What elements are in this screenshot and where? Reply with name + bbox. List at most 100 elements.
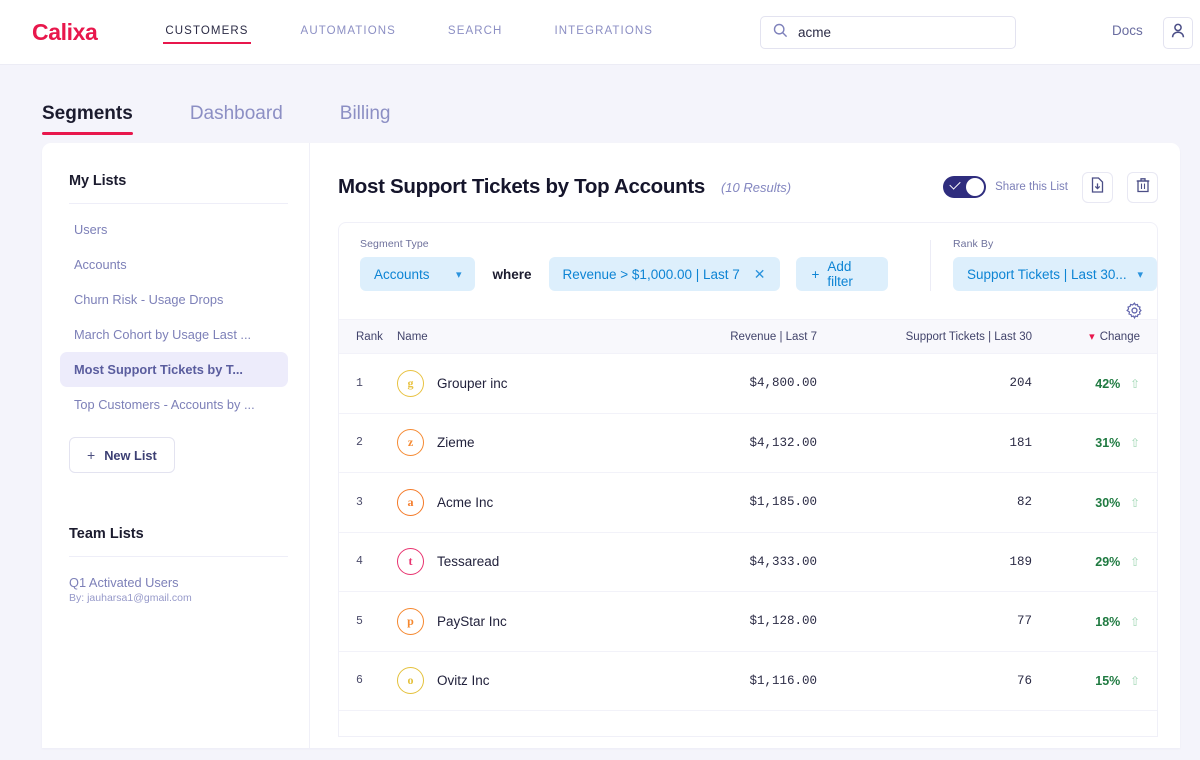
filter-chip-label: Revenue > $1,000.00 | Last 7 [562, 266, 740, 282]
cell-name: o Ovitz Inc [397, 651, 647, 711]
share-toggle[interactable] [943, 176, 987, 198]
segment-panel: Segment Type Accounts ▾ where Revenue > … [338, 222, 1158, 737]
account-name[interactable]: Grouper inc [437, 376, 508, 391]
column-header-rank[interactable]: Rank [339, 319, 397, 354]
cell-rank: 1 [339, 353, 397, 414]
avatar: p [397, 607, 424, 635]
cell-tickets: 181 [817, 413, 1032, 473]
cell-rank: 5 [339, 591, 397, 652]
tab-segments[interactable]: Segments [42, 103, 133, 135]
cell-change: 42% ⇧ [1032, 353, 1157, 414]
change-value: 30% [1095, 495, 1121, 510]
cell-name: z Zieme [397, 413, 647, 473]
content-card: My Lists Users Accounts Churn Risk - Usa… [42, 143, 1180, 748]
table-row[interactable]: 3 a Acme Inc $1,185.00 82 30% ⇧ [339, 472, 1157, 533]
account-name[interactable]: Acme Inc [437, 495, 493, 510]
cell-rank: 4 [339, 532, 397, 592]
search-input[interactable] [798, 25, 998, 40]
tab-dashboard[interactable]: Dashboard [190, 103, 283, 135]
table-header: Rank Name Revenue | Last 7 Support Ticke… [339, 319, 1157, 354]
search-box[interactable] [760, 16, 1016, 49]
column-header-tickets[interactable]: Support Tickets | Last 30 [817, 319, 1032, 354]
filter-controls: Accounts ▾ where Revenue > $1,000.00 | L… [360, 257, 889, 291]
account-name[interactable]: Zieme [437, 435, 475, 450]
cell-revenue: $4,132.00 [647, 413, 817, 473]
export-button[interactable] [1082, 171, 1113, 203]
column-header-change-label: Change [1099, 331, 1140, 343]
change-value: 42% [1095, 376, 1121, 391]
avatar: a [397, 488, 424, 516]
cell-change: 29% ⇧ [1032, 532, 1157, 592]
sidebar-item-top-customers[interactable]: Top Customers - Accounts by ... [60, 387, 288, 422]
filter-chip-revenue[interactable]: Revenue > $1,000.00 | Last 7 ✕ [548, 257, 780, 291]
sidebar-item-users[interactable]: Users [60, 212, 288, 247]
avatar: z [397, 429, 424, 457]
change-value: 29% [1095, 555, 1121, 570]
cell-change: 15% ⇧ [1032, 651, 1157, 711]
segment-type-value: Accounts [374, 266, 430, 282]
panel-toolbar [339, 291, 1157, 320]
chevron-down-icon: ▾ [455, 268, 462, 281]
nav-item-customers[interactable]: CUSTOMERS [163, 21, 251, 44]
cell-rank: 2 [339, 413, 397, 473]
gear-icon[interactable] [1126, 302, 1143, 320]
cell-name: a Acme Inc [397, 472, 647, 533]
cell-tickets: 82 [817, 472, 1032, 533]
table-row[interactable]: 5 p PayStar Inc $1,128.00 77 18% ⇧ [339, 591, 1157, 652]
cell-revenue: $1,128.00 [647, 591, 817, 652]
sidebar-item-most-support-tickets[interactable]: Most Support Tickets by T... [60, 352, 288, 387]
cell-change: 30% ⇧ [1032, 472, 1157, 533]
cell-rank: 3 [339, 472, 397, 533]
table-row[interactable]: 6 o Ovitz Inc $1,116.00 76 15% ⇧ [339, 651, 1157, 711]
rank-by-select[interactable]: Support Tickets | Last 30... ▾ [953, 257, 1157, 291]
table-row[interactable]: 1 g Grouper inc $4,800.00 204 42% ⇧ [339, 353, 1157, 414]
column-header-change[interactable]: ▾ Change [1032, 319, 1157, 354]
close-icon[interactable]: ✕ [754, 267, 766, 281]
cell-tickets: 204 [817, 353, 1032, 414]
tab-billing[interactable]: Billing [340, 103, 391, 135]
nav-item-automations[interactable]: AUTOMATIONS [301, 21, 396, 44]
brand-logo[interactable]: Calixa [32, 19, 98, 46]
segment-type-group: Segment Type Accounts ▾ where Revenue > … [339, 238, 889, 291]
table-row[interactable]: 4 t Tessaread $4,333.00 189 29% ⇧ [339, 532, 1157, 592]
trend-up-icon: ⇧ [1129, 555, 1140, 570]
caret-down-icon: ▾ [1089, 331, 1095, 343]
sidebar-item-march-cohort[interactable]: March Cohort by Usage Last ... [60, 317, 288, 352]
cell-change: 18% ⇧ [1032, 591, 1157, 652]
trash-icon [1136, 177, 1150, 198]
account-name[interactable]: Tessaread [437, 554, 499, 569]
table-row[interactable]: 2 z Zieme $4,132.00 181 31% ⇧ [339, 413, 1157, 473]
account-name[interactable]: PayStar Inc [437, 614, 507, 629]
column-header-name[interactable]: Name [397, 319, 647, 354]
my-lists-heading: My Lists [69, 173, 127, 189]
trend-up-icon: ⇧ [1129, 495, 1140, 510]
team-list-item[interactable]: Q1 Activated Users By: jauharsa1@gmail.c… [69, 575, 309, 604]
avatar: g [397, 369, 424, 397]
team-list-name: Q1 Activated Users [69, 575, 179, 590]
filter-bar: Segment Type Accounts ▾ where Revenue > … [339, 223, 1157, 291]
check-icon [949, 178, 961, 190]
delete-button[interactable] [1127, 171, 1158, 203]
nav-item-search[interactable]: SEARCH [448, 21, 503, 44]
share-list-label[interactable]: Share this List [995, 181, 1068, 193]
segment-type-select[interactable]: Accounts ▾ [360, 257, 476, 291]
account-button[interactable] [1163, 17, 1193, 49]
main-content: Most Support Tickets by Top Accounts (10… [310, 143, 1180, 748]
user-icon [1170, 22, 1186, 44]
trend-up-icon: ⇧ [1129, 614, 1140, 629]
cell-tickets: 77 [817, 591, 1032, 652]
account-name[interactable]: Ovitz Inc [437, 673, 490, 688]
docs-link[interactable]: Docs [1112, 23, 1143, 38]
rank-by-label: Rank By [953, 238, 994, 250]
sidebar-item-accounts[interactable]: Accounts [60, 247, 288, 282]
my-lists-items: Users Accounts Churn Risk - Usage Drops … [42, 204, 309, 422]
cell-tickets: 76 [817, 651, 1032, 711]
nav-item-integrations[interactable]: INTEGRATIONS [554, 21, 653, 44]
column-header-revenue[interactable]: Revenue | Last 7 [647, 319, 817, 354]
add-filter-button[interactable]: + Add filter [795, 257, 889, 291]
new-list-button[interactable]: + New List [69, 437, 175, 473]
divider [69, 556, 288, 557]
results-count: (10 Results) [720, 179, 792, 195]
change-value: 18% [1095, 614, 1121, 629]
sidebar-item-churn-risk[interactable]: Churn Risk - Usage Drops [60, 282, 288, 317]
